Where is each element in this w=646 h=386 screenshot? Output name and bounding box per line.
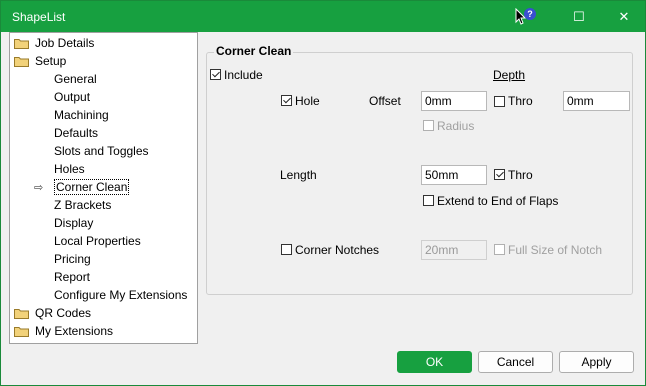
settings-tree[interactable]: Job Details Setup General Output Machini… bbox=[9, 32, 198, 344]
folder-icon bbox=[14, 326, 29, 337]
tree-item-setup[interactable]: Setup bbox=[14, 52, 66, 70]
tree-item-holes[interactable]: Holes bbox=[54, 160, 85, 178]
tree-item-pricing[interactable]: Pricing bbox=[54, 250, 91, 268]
hole-checkbox[interactable] bbox=[281, 95, 292, 106]
help-icon[interactable]: ? bbox=[515, 7, 537, 27]
length-label: Length bbox=[280, 168, 317, 182]
tree-item-job-details[interactable]: Job Details bbox=[14, 34, 94, 52]
folder-icon bbox=[14, 38, 29, 49]
tree-item-general[interactable]: General bbox=[54, 70, 97, 88]
group-title: Corner Clean bbox=[214, 44, 294, 58]
hole-label: Hole bbox=[295, 94, 320, 108]
notch-input[interactable]: 20mm bbox=[421, 240, 487, 260]
apply-button[interactable]: Apply bbox=[559, 351, 634, 373]
maximize-button[interactable]: ☐ bbox=[556, 1, 602, 32]
folder-icon bbox=[14, 308, 29, 319]
arrow-right-icon: ⇨ bbox=[34, 182, 44, 194]
ok-button[interactable]: OK bbox=[397, 351, 472, 373]
tree-item-qr-codes[interactable]: QR Codes bbox=[14, 304, 91, 322]
include-label: Include bbox=[224, 68, 263, 82]
corner-notches-label: Corner Notches bbox=[295, 243, 380, 257]
full-size-checkbox[interactable] bbox=[494, 244, 505, 255]
maximize-icon: ☐ bbox=[573, 8, 585, 24]
tree-item-configure-my-extensions[interactable]: Configure My Extensions bbox=[54, 286, 187, 304]
extend-checkbox[interactable] bbox=[423, 195, 434, 206]
tree-item-machining[interactable]: Machining bbox=[54, 106, 109, 124]
extend-label: Extend to End of Flaps bbox=[437, 194, 559, 208]
radius-label: Radius bbox=[437, 119, 475, 133]
tree-item-display[interactable]: Display bbox=[54, 214, 93, 232]
tree-item-report[interactable]: Report bbox=[54, 268, 90, 286]
offset-label: Offset bbox=[369, 94, 401, 108]
window-title: ShapeList bbox=[12, 10, 66, 24]
folder-icon bbox=[14, 56, 29, 67]
length-thro-checkbox[interactable] bbox=[494, 169, 505, 180]
tree-item-corner-clean[interactable]: ⇨ Corner Clean bbox=[34, 178, 130, 196]
close-icon: ✕ bbox=[618, 8, 630, 24]
thro-checkbox[interactable] bbox=[494, 96, 505, 107]
corner-notches-checkbox[interactable] bbox=[281, 244, 292, 255]
full-size-label: Full Size of Notch bbox=[508, 243, 603, 257]
length-input[interactable]: 50mm bbox=[421, 165, 487, 185]
close-button[interactable]: ✕ bbox=[601, 1, 646, 32]
offset-input[interactable]: 0mm bbox=[421, 91, 487, 111]
tree-item-z-brackets[interactable]: Z Brackets bbox=[54, 196, 111, 214]
length-thro-label: Thro bbox=[508, 168, 533, 182]
depth-heading: Depth bbox=[493, 68, 526, 82]
depth-input[interactable]: 0mm bbox=[563, 91, 630, 111]
tree-item-local-properties[interactable]: Local Properties bbox=[54, 232, 141, 250]
corner-clean-group bbox=[206, 52, 633, 295]
thro-label: Thro bbox=[508, 94, 533, 108]
cancel-button[interactable]: Cancel bbox=[478, 351, 553, 373]
title-bar: ShapeList ? ☐ ✕ bbox=[1, 1, 645, 32]
tree-item-slots-and-toggles[interactable]: Slots and Toggles bbox=[54, 142, 149, 160]
tree-item-output[interactable]: Output bbox=[54, 88, 90, 106]
shapelist-window: ShapeList ? ☐ ✕ Job Details Setup Genera… bbox=[0, 0, 646, 386]
radius-checkbox[interactable] bbox=[423, 120, 434, 131]
tree-item-defaults[interactable]: Defaults bbox=[54, 124, 98, 142]
include-checkbox[interactable] bbox=[210, 69, 221, 80]
tree-item-my-extensions[interactable]: My Extensions bbox=[14, 322, 113, 340]
